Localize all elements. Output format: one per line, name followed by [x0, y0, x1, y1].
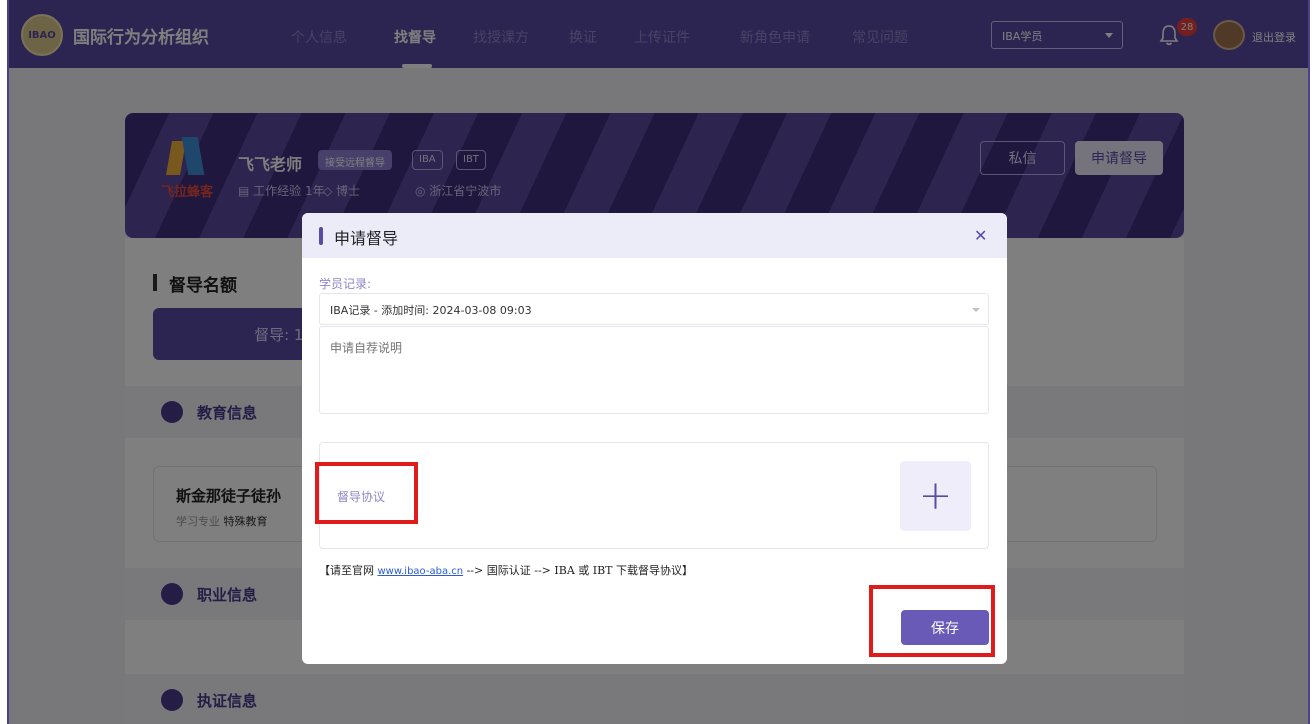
title-marker — [319, 227, 323, 245]
agreement-upload-area: 督导协议 + — [319, 442, 989, 549]
download-hint: 【请至官网 www.ibao-aba.cn --> 国际认证 --> IBA 或… — [319, 562, 693, 578]
statement-textarea[interactable] — [319, 326, 989, 414]
chevron-down-icon — [972, 308, 980, 312]
record-select[interactable]: IBA记录 - 添加时间: 2024-03-08 09:03 — [319, 293, 989, 325]
official-site-link[interactable]: www.ibao-aba.cn — [378, 566, 464, 577]
dialog-header: 申请督导 ✕ — [302, 213, 1007, 258]
record-label: 学员记录: — [319, 277, 372, 291]
upload-plus-button[interactable]: + — [900, 461, 971, 531]
close-icon[interactable]: ✕ — [974, 226, 987, 245]
hint-suffix: --> 国际认证 --> IBA 或 IBT 下载督导协议】 — [466, 564, 694, 577]
hint-prefix: 【请至官网 — [319, 564, 374, 577]
highlight-agreement — [315, 462, 418, 524]
dialog-title: 申请督导 — [334, 229, 399, 248]
record-select-value: IBA记录 - 添加时间: 2024-03-08 09:03 — [330, 304, 532, 317]
highlight-save — [869, 585, 995, 657]
app-window: IBAO 国际行为分析组织 个人信息 找督导 找授课方 换证 上传证件 新角色申… — [7, 0, 1310, 724]
